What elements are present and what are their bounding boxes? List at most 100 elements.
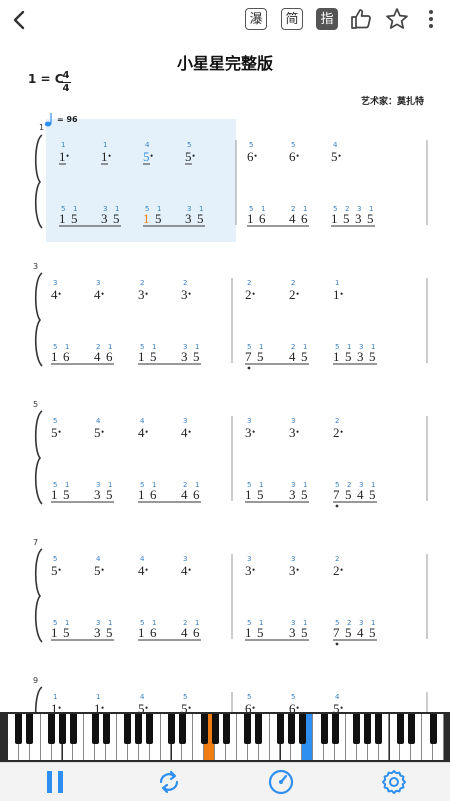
svg-text:2: 2 xyxy=(335,555,339,563)
svg-text:•: • xyxy=(340,703,343,712)
svg-text:6: 6 xyxy=(289,149,296,164)
svg-text:2: 2 xyxy=(183,279,187,287)
svg-text:•: • xyxy=(252,565,255,575)
svg-text:•: • xyxy=(296,289,299,299)
svg-text:5: 5 xyxy=(249,141,253,149)
svg-text:•: • xyxy=(101,703,104,712)
svg-text:6: 6 xyxy=(150,625,157,640)
svg-text:7: 7 xyxy=(333,625,340,640)
piano-black-key[interactable] xyxy=(124,714,132,744)
svg-text:1: 1 xyxy=(94,701,101,712)
svg-text:4: 4 xyxy=(181,563,188,578)
repeat-icon[interactable] xyxy=(155,768,183,796)
svg-text:•: • xyxy=(58,565,61,575)
svg-text:1: 1 xyxy=(61,141,65,149)
svg-text:5: 5 xyxy=(367,211,374,226)
settings-icon[interactable] xyxy=(380,768,408,796)
svg-text:•: • xyxy=(58,703,61,712)
piano-black-key[interactable] xyxy=(255,714,263,744)
piano-black-key[interactable] xyxy=(26,714,34,744)
svg-text:6: 6 xyxy=(289,701,296,712)
svg-text:5: 5 xyxy=(63,487,70,502)
piano-black-key[interactable] xyxy=(396,714,404,744)
svg-text:5: 5 xyxy=(53,417,57,425)
piano-black-key[interactable] xyxy=(211,714,219,744)
svg-text:3: 3 xyxy=(181,287,188,302)
svg-text:•: • xyxy=(145,565,148,575)
svg-text:6: 6 xyxy=(259,211,266,226)
piano-black-key[interactable] xyxy=(178,714,186,744)
svg-text:1: 1 xyxy=(59,149,66,164)
piano-black-key[interactable] xyxy=(168,714,175,744)
piano-black-key[interactable] xyxy=(135,714,143,744)
svg-text:6: 6 xyxy=(193,487,200,502)
svg-text:1: 1 xyxy=(143,211,150,226)
svg-text:2: 2 xyxy=(333,425,340,440)
svg-text:5: 5 xyxy=(257,625,264,640)
piano-black-key[interactable] xyxy=(375,714,383,744)
svg-text:•: • xyxy=(145,703,148,712)
piano-black-key[interactable] xyxy=(353,714,361,744)
piano-black-key[interactable] xyxy=(320,714,328,744)
svg-text:4: 4 xyxy=(140,417,145,425)
svg-text:5: 5 xyxy=(247,693,251,701)
svg-text:2: 2 xyxy=(245,287,252,302)
svg-text:•: • xyxy=(296,565,299,575)
svg-text:5: 5 xyxy=(187,141,191,149)
piano-black-key[interactable] xyxy=(244,714,252,744)
svg-text:4: 4 xyxy=(96,417,101,425)
svg-text:1: 1 xyxy=(245,625,252,640)
svg-text:6: 6 xyxy=(245,701,252,712)
svg-text:5: 5 xyxy=(94,425,101,440)
piano-black-key[interactable] xyxy=(200,714,208,744)
svg-text:•: • xyxy=(296,151,299,161)
piano-black-key[interactable] xyxy=(222,714,230,744)
svg-text:5: 5 xyxy=(183,693,187,701)
svg-text:4: 4 xyxy=(51,287,58,302)
svg-text:4: 4 xyxy=(138,563,145,578)
svg-text:1: 1 xyxy=(59,211,66,226)
piano-black-key[interactable] xyxy=(146,714,154,744)
svg-text:•: • xyxy=(296,427,299,437)
piano-keyboard[interactable] xyxy=(0,712,450,762)
piano-black-key[interactable] xyxy=(102,714,110,744)
svg-text:4: 4 xyxy=(140,555,145,563)
svg-text:5: 5 xyxy=(331,149,338,164)
piano-black-key[interactable] xyxy=(277,714,284,744)
piano-black-key[interactable] xyxy=(364,714,372,744)
svg-text:5: 5 xyxy=(63,625,70,640)
svg-text:4: 4 xyxy=(94,287,101,302)
svg-text:1: 1 xyxy=(51,625,58,640)
piano-black-key[interactable] xyxy=(287,714,295,744)
svg-text:4: 4 xyxy=(289,349,296,364)
piano-black-key[interactable] xyxy=(48,714,56,744)
svg-text:6: 6 xyxy=(301,211,308,226)
piano-black-key[interactable] xyxy=(407,714,415,744)
svg-text:3: 3 xyxy=(355,211,362,226)
svg-text:2: 2 xyxy=(140,279,144,287)
pause-icon[interactable] xyxy=(41,768,69,796)
svg-text:5: 5 xyxy=(343,211,350,226)
piano-black-key[interactable] xyxy=(429,714,437,744)
piano-black-key[interactable] xyxy=(15,714,23,744)
svg-text:6: 6 xyxy=(193,625,200,640)
svg-text:1: 1 xyxy=(138,349,145,364)
svg-text:•: • xyxy=(101,289,104,299)
svg-text:3: 3 xyxy=(357,349,364,364)
svg-text:1: 1 xyxy=(101,149,108,164)
svg-text:3: 3 xyxy=(94,625,101,640)
piano-black-key[interactable] xyxy=(298,714,306,744)
svg-text:5: 5 xyxy=(197,211,204,226)
speed-icon[interactable] xyxy=(267,768,295,796)
piano-black-key[interactable] xyxy=(331,714,339,744)
piano-black-key[interactable] xyxy=(91,714,99,744)
svg-text:4: 4 xyxy=(181,487,188,502)
svg-text:1: 1 xyxy=(138,487,145,502)
svg-text:5: 5 xyxy=(291,693,295,701)
piano-black-key[interactable] xyxy=(59,714,66,744)
svg-text:3: 3 xyxy=(289,425,296,440)
svg-text:5: 5 xyxy=(181,701,188,712)
svg-text:5: 5 xyxy=(106,625,113,640)
svg-text:3: 3 xyxy=(245,563,252,578)
piano-black-key[interactable] xyxy=(69,714,77,744)
